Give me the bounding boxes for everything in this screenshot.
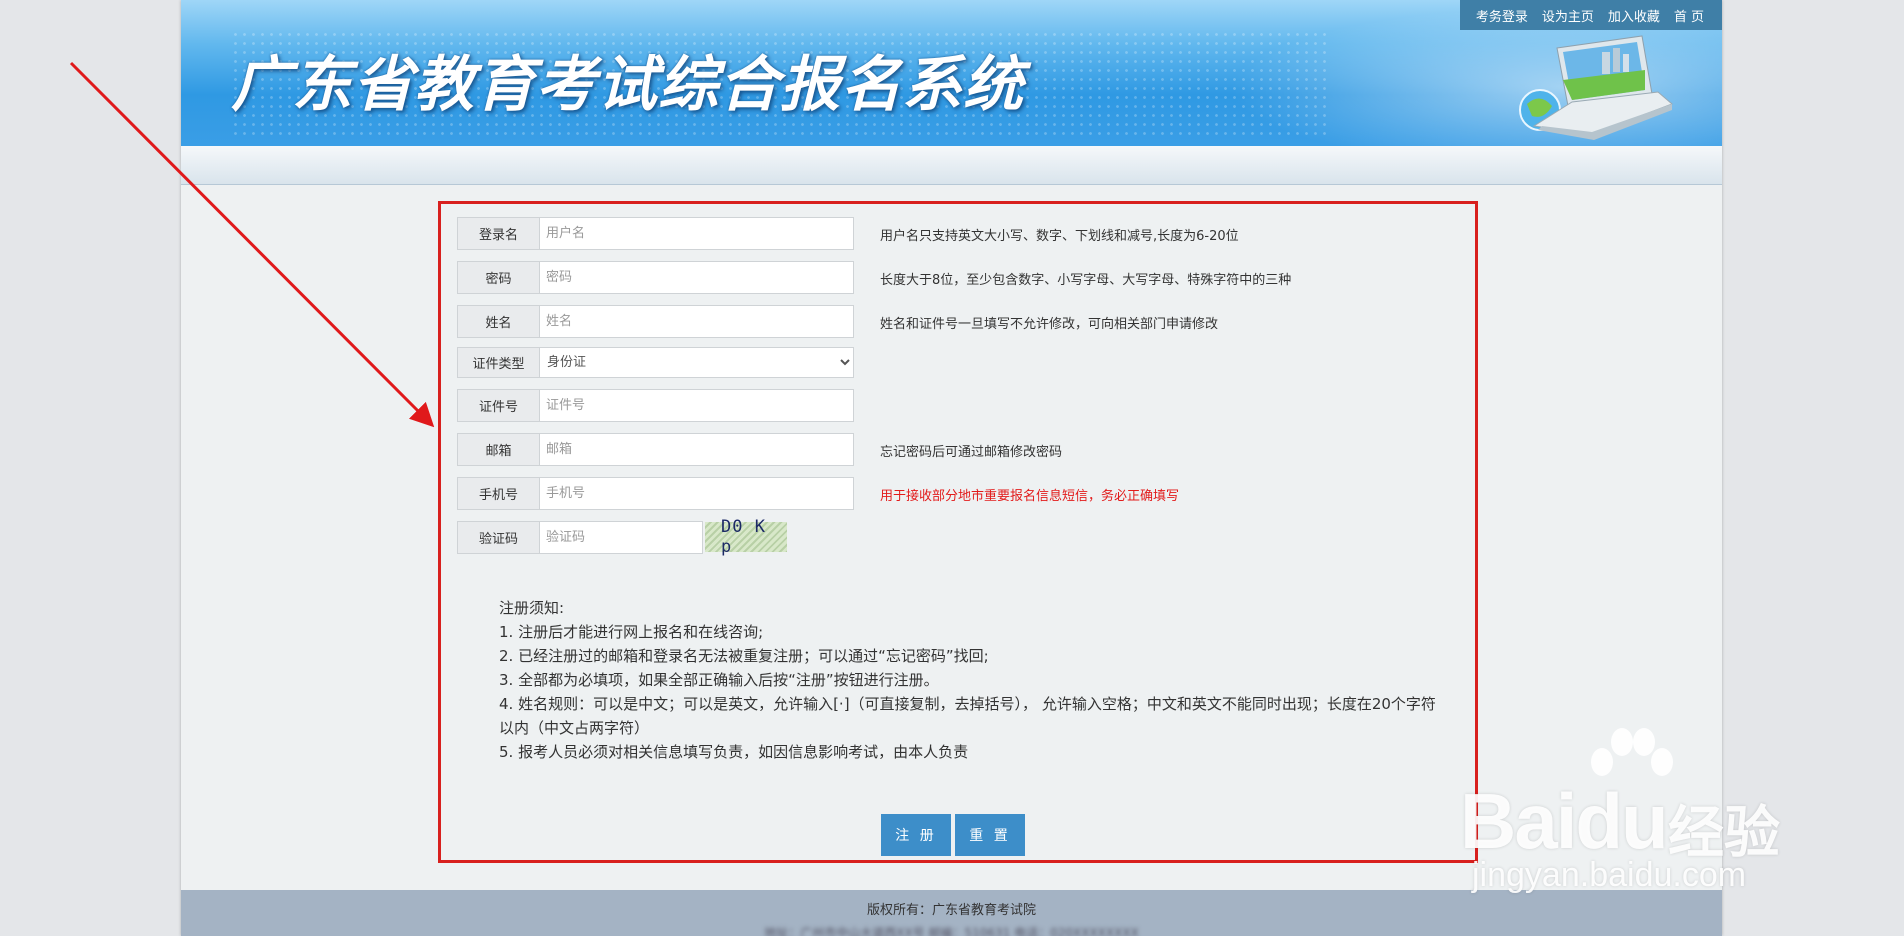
- name-hint: 姓名和证件号一旦填写不允许修改，可向相关部门申请修改: [880, 317, 1219, 332]
- captcha-label: 验证码: [457, 521, 539, 554]
- field-mobile: 手机号: [457, 477, 854, 510]
- mobile-input[interactable]: [539, 477, 854, 510]
- sub-header-band: [181, 146, 1722, 185]
- name-label: 姓名: [457, 305, 539, 338]
- id-type-label: 证件类型: [457, 347, 539, 378]
- field-password: 密码: [457, 261, 854, 294]
- name-input[interactable]: [539, 305, 854, 338]
- nav-add-favorite[interactable]: 加入收藏: [1608, 6, 1660, 25]
- password-label: 密码: [457, 261, 539, 294]
- login-name-hint: 用户名只支持英文大小写、数字、下划线和减号,长度为6-20位: [880, 229, 1239, 244]
- register-button[interactable]: 注 册: [881, 814, 951, 856]
- field-id-number: 证件号: [457, 389, 854, 422]
- top-nav: 考务登录 设为主页 加入收藏 首 页: [1459, 0, 1722, 30]
- notice-item: 5. 报考人员必须对相关信息填写负责，如因信息影响考试，由本人负责: [499, 743, 969, 761]
- login-name-input[interactable]: [539, 217, 854, 250]
- nav-set-homepage[interactable]: 设为主页: [1542, 6, 1594, 25]
- mobile-hint: 用于接收部分地市重要报名信息短信，务必正确填写: [880, 489, 1180, 504]
- footer-copyright: 版权所有：广东省教育考试院: [866, 903, 1036, 918]
- footer-contact: 地址：广州市中山大道西XX号 邮编：510631 电话：020XXXXXXXX: [764, 926, 1139, 936]
- id-number-label: 证件号: [457, 389, 539, 422]
- site-title: 广东省教育考试综合报名系统: [231, 50, 1024, 120]
- password-input[interactable]: [539, 261, 854, 294]
- laptop-illustration: [1519, 35, 1673, 140]
- login-name-label: 登录名: [457, 217, 539, 250]
- site-header: 广东省教育考试综合报名系统 考务登录 设为主页 加入收藏 首 页: [181, 0, 1722, 146]
- field-id-type: 证件类型 身份证: [457, 347, 854, 378]
- mobile-label: 手机号: [457, 477, 539, 510]
- captcha-input[interactable]: [539, 521, 703, 554]
- registration-notice: 注册须知: 1. 注册后才能进行网上报名和在线咨询; 2. 已经注册过的邮箱和登…: [499, 596, 1439, 764]
- field-captcha: 验证码 D0 K p: [457, 517, 787, 557]
- email-label: 邮箱: [457, 433, 539, 466]
- field-login-name: 登录名: [457, 217, 854, 250]
- notice-item: 3. 全部都为必填项，如果全部正确输入后按“注册”按钮进行注册。: [499, 671, 939, 689]
- notice-item: 1. 注册后才能进行网上报名和在线咨询;: [499, 623, 764, 641]
- reset-button[interactable]: 重 置: [955, 814, 1025, 856]
- nav-exam-login[interactable]: 考务登录: [1476, 6, 1528, 25]
- nav-home[interactable]: 首 页: [1674, 6, 1704, 25]
- form-buttons: 注 册 重 置: [881, 814, 1029, 856]
- notice-item: 4. 姓名规则：可以是中文；可以是英文，允许输入[·]（可直接复制，去掉括号），…: [499, 695, 1436, 737]
- registration-form: 登录名 用户名只支持英文大小写、数字、下划线和减号,长度为6-20位 密码 长度…: [438, 201, 1478, 863]
- site-footer: 版权所有：广东省教育考试院 地址：广州市中山大道西XX号 邮编：510631 电…: [181, 890, 1722, 936]
- field-name: 姓名: [457, 305, 854, 338]
- field-email: 邮箱: [457, 433, 854, 466]
- notice-item: 2. 已经注册过的邮箱和登录名无法被重复注册；可以通过“忘记密码”找回;: [499, 647, 989, 665]
- email-hint: 忘记密码后可通过邮箱修改密码: [880, 445, 1063, 460]
- captcha-image[interactable]: D0 K p: [705, 517, 787, 557]
- email-input[interactable]: [539, 433, 854, 466]
- notice-title: 注册须知:: [499, 599, 565, 617]
- password-hint: 长度大于8位，至少包含数字、小写字母、大写字母、特殊字符中的三种: [880, 273, 1292, 288]
- id-type-select[interactable]: 身份证: [539, 347, 854, 378]
- id-number-input[interactable]: [539, 389, 854, 422]
- page-container: 广东省教育考试综合报名系统 考务登录 设为主页 加入收藏 首 页 登录名 用户名…: [181, 0, 1722, 936]
